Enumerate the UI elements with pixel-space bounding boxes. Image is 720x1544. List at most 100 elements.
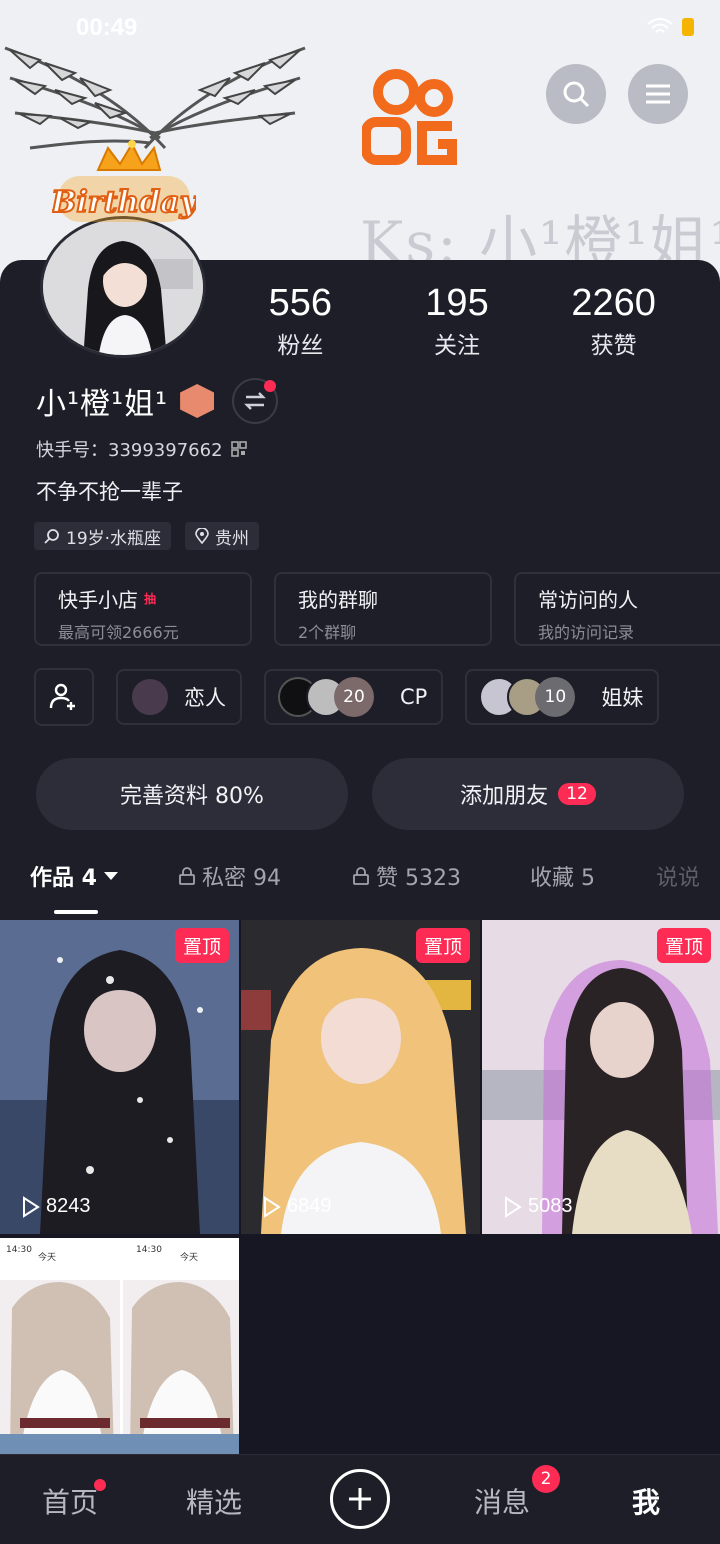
kuaishou-id-text: 快手号：3399397662 bbox=[36, 440, 223, 461]
play-icon bbox=[264, 1195, 281, 1218]
play-count-text: 6849 bbox=[287, 1195, 332, 1217]
card-visitors[interactable]: 常访问的人 我的访问记录 bbox=[514, 572, 720, 646]
search-small-icon bbox=[44, 529, 59, 544]
tab-moments-label: 说说 bbox=[656, 866, 701, 891]
lock-icon bbox=[179, 867, 195, 885]
card-shop-hot-badge: 抽 bbox=[144, 592, 157, 606]
play-count-text: 8243 bbox=[46, 1195, 91, 1217]
card-shop-title: 快手小店 bbox=[58, 588, 138, 612]
add-friend-button[interactable]: 添加朋友 12 bbox=[372, 758, 684, 830]
video-thumbnail[interactable]: 置顶 6849 bbox=[241, 920, 480, 1234]
nav-messages[interactable]: 消息 2 bbox=[474, 1465, 561, 1521]
relation-sisters-count: 10 bbox=[535, 677, 576, 717]
tab-works-label: 作品 4 bbox=[30, 866, 97, 891]
nav-home[interactable]: 首页 bbox=[42, 1479, 107, 1521]
tab-likes[interactable]: 赞 5323 bbox=[352, 860, 530, 892]
search-icon bbox=[563, 81, 590, 108]
stat-likes[interactable]: 2260 获赞 bbox=[535, 282, 692, 360]
nav-featured[interactable]: 精选 bbox=[186, 1481, 242, 1521]
stat-likes-count: 2260 bbox=[571, 282, 656, 324]
tag-age[interactable]: 19岁·水瓶座 bbox=[34, 522, 172, 550]
plus-icon bbox=[349, 1488, 371, 1510]
video-thumbnail[interactable]: 14:30 今天 14:30 今天 bbox=[0, 1238, 239, 1454]
location-pin-icon bbox=[195, 528, 209, 544]
video-thumbnail-image bbox=[241, 920, 480, 1234]
status-time: 00:49 bbox=[76, 14, 138, 41]
profile-name-row: 小¹橙¹姐¹ bbox=[36, 378, 279, 424]
switch-account-button[interactable] bbox=[232, 378, 279, 424]
status-icons bbox=[646, 18, 694, 36]
tab-favorites[interactable]: 收藏 5 bbox=[530, 860, 656, 892]
hamburger-icon bbox=[646, 84, 670, 104]
nav-messages-label: 消息 bbox=[474, 1486, 531, 1519]
card-group-chat[interactable]: 我的群聊 2个群聊 bbox=[274, 572, 492, 646]
video-today-right: 今天 bbox=[180, 1251, 198, 1263]
card-shop[interactable]: 快手小店抽 最高可领2666元 bbox=[34, 572, 252, 646]
tab-active-indicator bbox=[54, 910, 98, 914]
tab-private-label: 私密 94 bbox=[202, 866, 281, 891]
add-friend-count-badge: 12 bbox=[558, 783, 596, 805]
search-button[interactable] bbox=[546, 64, 606, 124]
video-thumbnail[interactable]: 置顶 5083 bbox=[482, 920, 720, 1234]
pinned-badge: 置顶 bbox=[174, 928, 229, 963]
messages-count-badge: 2 bbox=[532, 1465, 561, 1493]
relation-cp[interactable]: 20 CP bbox=[264, 669, 444, 725]
pinned-badge: 置顶 bbox=[656, 928, 711, 963]
play-count-text: 5083 bbox=[528, 1195, 573, 1217]
tag-location-text: 贵州 bbox=[215, 528, 250, 549]
complete-profile-label: 完善资料 80% bbox=[120, 784, 264, 809]
kuaishou-id[interactable]: 快手号：3399397662 bbox=[36, 436, 247, 462]
video-thumbnail-image: 14:30 今天 14:30 今天 bbox=[0, 1238, 239, 1454]
tab-likes-label: 赞 5323 bbox=[376, 866, 461, 891]
stat-likes-label: 获赞 bbox=[590, 333, 637, 359]
relation-sisters-label: 姐妹 bbox=[601, 686, 644, 710]
stat-fans-label: 粉丝 bbox=[277, 333, 324, 359]
video-thumbnail-image bbox=[0, 920, 239, 1234]
tag-age-text: 19岁·水瓶座 bbox=[66, 528, 162, 549]
feature-cards: 快手小店抽 最高可领2666元 我的群聊 2个群聊 常访问的人 我的访问记录 bbox=[34, 572, 720, 646]
card-visitors-subtitle: 我的访问记录 bbox=[538, 623, 635, 642]
profile-tags: 19岁·水瓶座 贵州 bbox=[34, 522, 260, 550]
relation-lover[interactable]: 恋人 bbox=[116, 669, 242, 725]
play-count: 5083 bbox=[504, 1195, 573, 1218]
nav-me-label: 我 bbox=[632, 1486, 661, 1519]
tab-favorites-label: 收藏 5 bbox=[530, 866, 595, 891]
profile-bio: 不争不抢一辈子 bbox=[36, 480, 183, 504]
wifi-icon bbox=[646, 18, 674, 36]
tag-location[interactable]: 贵州 bbox=[185, 522, 260, 550]
card-group-chat-title: 我的群聊 bbox=[298, 588, 378, 612]
stat-following[interactable]: 195 关注 bbox=[379, 282, 536, 360]
notification-dot bbox=[94, 1479, 107, 1491]
card-visitors-title: 常访问的人 bbox=[538, 588, 638, 612]
relation-cp-label: CP bbox=[400, 685, 428, 709]
battery-icon bbox=[682, 18, 694, 36]
play-count: 8243 bbox=[22, 1195, 91, 1218]
relation-cp-count: 20 bbox=[334, 677, 374, 717]
video-grid: 置顶 8243 置顶 6849 置顶 5083 14:30 今天 14:30 今… bbox=[0, 920, 720, 1454]
relation-sisters[interactable]: 10 姐妹 bbox=[465, 669, 660, 725]
birthday-crown-decoration: Birthday bbox=[49, 140, 201, 240]
level-badge-icon[interactable] bbox=[180, 384, 215, 418]
profile-stats: 556 粉丝 195 关注 2260 获赞 bbox=[222, 282, 692, 360]
kuaishou-logo bbox=[362, 69, 457, 165]
add-relation-button[interactable] bbox=[34, 668, 94, 726]
bottom-navigation: 首页 精选 消息 2 我 bbox=[0, 1454, 720, 1544]
video-time-left: 14:30 bbox=[6, 1245, 32, 1255]
tab-moments[interactable]: 说说 bbox=[656, 860, 700, 892]
video-today-left: 今天 bbox=[38, 1251, 56, 1263]
play-icon bbox=[505, 1195, 522, 1218]
qrcode-icon[interactable] bbox=[230, 441, 247, 457]
nav-home-label: 首页 bbox=[42, 1486, 99, 1519]
complete-profile-button[interactable]: 完善资料 80% bbox=[36, 758, 348, 830]
stat-fans[interactable]: 556 粉丝 bbox=[222, 282, 379, 360]
video-thumbnail[interactable]: 置顶 8243 bbox=[0, 920, 239, 1234]
lock-icon bbox=[353, 867, 369, 885]
nav-me[interactable]: 我 bbox=[632, 1481, 660, 1521]
menu-button[interactable] bbox=[628, 64, 688, 124]
create-button[interactable] bbox=[330, 1469, 390, 1529]
swap-arrows-icon bbox=[244, 392, 266, 410]
tab-private[interactable]: 私密 94 bbox=[178, 860, 352, 892]
video-time-right: 14:30 bbox=[136, 1245, 162, 1255]
tab-works[interactable]: 作品 4 bbox=[30, 860, 178, 892]
notification-dot bbox=[264, 380, 277, 392]
